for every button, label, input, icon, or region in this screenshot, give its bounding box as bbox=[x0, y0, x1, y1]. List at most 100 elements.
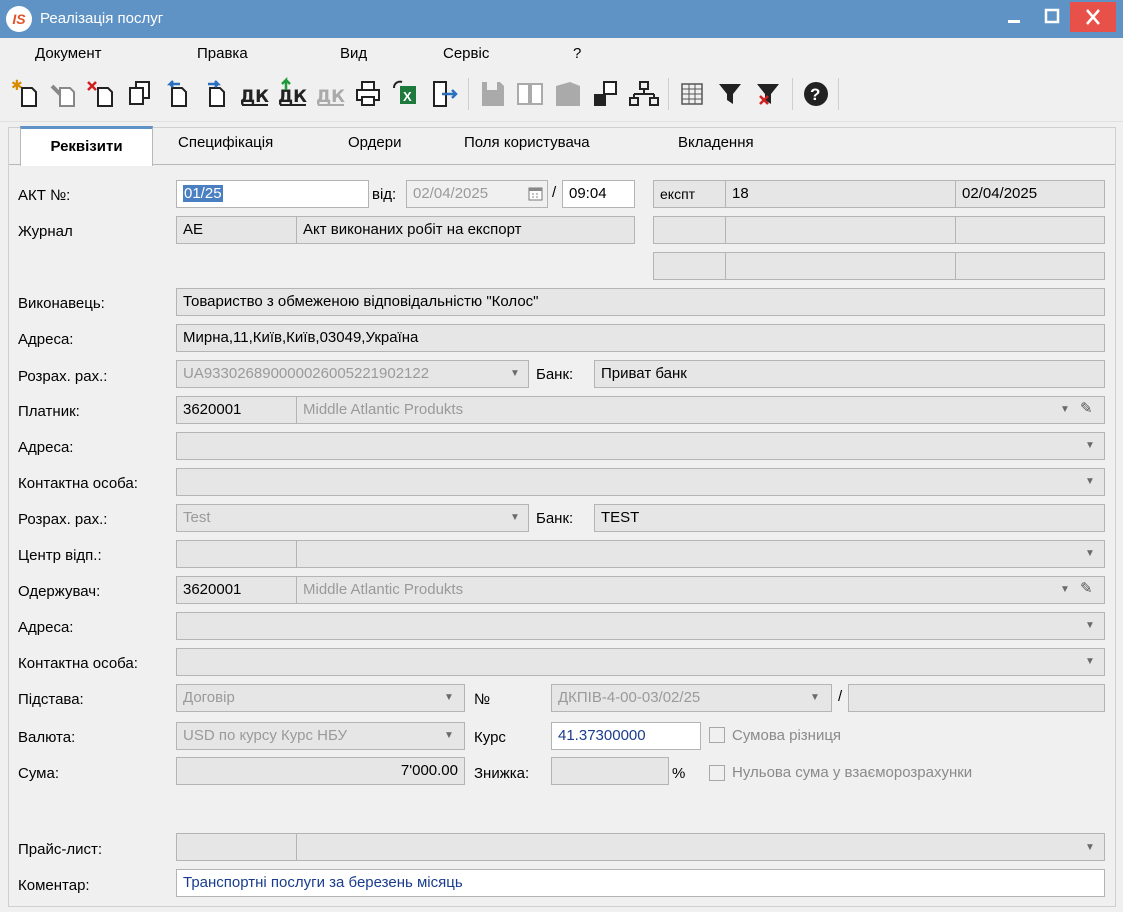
menu-help[interactable]: ? bbox=[573, 45, 581, 62]
chevron-down-icon[interactable]: ▼ bbox=[1085, 549, 1095, 559]
payer-account-select[interactable]: Test bbox=[176, 504, 529, 532]
discount-input[interactable] bbox=[551, 757, 669, 785]
menu-view[interactable]: Вид bbox=[340, 45, 367, 62]
chevron-down-icon[interactable]: ▼ bbox=[1085, 621, 1095, 631]
payer-bank-label: Банк: bbox=[536, 510, 574, 527]
center-code-field[interactable] bbox=[176, 540, 297, 568]
filter-button[interactable] bbox=[714, 76, 746, 112]
dk-gray-button[interactable]: ДК bbox=[314, 76, 346, 112]
pricelist-name-select[interactable] bbox=[296, 833, 1105, 861]
payer-account-value: Test bbox=[183, 509, 211, 526]
tab-orders[interactable]: Ордери bbox=[348, 134, 401, 151]
title-bar: IS Реалізація послуг bbox=[0, 0, 1123, 38]
receiver-contact-select[interactable] bbox=[176, 648, 1105, 676]
dk-icon: ДК bbox=[240, 87, 269, 107]
tab-specification[interactable]: Специфікація bbox=[178, 134, 273, 151]
act-number-input[interactable]: 01/25 bbox=[176, 180, 369, 208]
date-field[interactable]: 02/04/2025 bbox=[406, 180, 548, 208]
tab-requisites[interactable]: Реквізити bbox=[20, 126, 153, 166]
maximize-button[interactable] bbox=[1030, 0, 1074, 32]
folder-button[interactable] bbox=[552, 76, 584, 112]
tab-attachments[interactable]: Вкладення bbox=[678, 134, 754, 151]
chevron-down-icon[interactable]: ▼ bbox=[510, 369, 520, 379]
chevron-down-icon[interactable]: ▼ bbox=[1085, 477, 1095, 487]
chevron-down-icon[interactable]: ▼ bbox=[444, 731, 454, 741]
grid-button[interactable] bbox=[676, 76, 708, 112]
payer-address-select[interactable] bbox=[176, 432, 1105, 460]
pencil-icon[interactable]: ✎ bbox=[1080, 579, 1093, 597]
chevron-down-icon[interactable]: ▼ bbox=[1060, 585, 1070, 595]
dk-button[interactable]: ДК bbox=[238, 76, 270, 112]
executor-account-select[interactable]: UA933026890000026005221902122 bbox=[176, 360, 529, 388]
chevron-down-icon[interactable]: ▼ bbox=[444, 693, 454, 703]
chevron-down-icon[interactable]: ▼ bbox=[1085, 441, 1095, 451]
close-button[interactable] bbox=[1070, 2, 1116, 32]
chevron-down-icon[interactable]: ▼ bbox=[1060, 405, 1070, 415]
chevron-down-icon[interactable]: ▼ bbox=[1085, 657, 1095, 667]
chevron-down-icon[interactable]: ▼ bbox=[510, 513, 520, 523]
delete-doc-button[interactable] bbox=[86, 76, 118, 112]
grid-icon bbox=[681, 83, 703, 105]
comment-label: Коментар: bbox=[18, 877, 90, 894]
basis-label: Підстава: bbox=[18, 691, 84, 708]
book-button[interactable] bbox=[514, 76, 546, 112]
tab-user-fields[interactable]: Поля користувача bbox=[464, 134, 590, 151]
copy-doc-button[interactable] bbox=[124, 76, 156, 112]
excel-export-button[interactable]: X bbox=[390, 76, 422, 112]
comment-input[interactable]: Транспортні послуги за березень місяць bbox=[176, 869, 1105, 897]
save-icon bbox=[482, 82, 504, 106]
act-number-label: АКТ №: bbox=[18, 187, 71, 204]
receiver-address-select[interactable] bbox=[176, 612, 1105, 640]
dk-gray-icon: ДК bbox=[316, 87, 345, 107]
svg-text:X: X bbox=[403, 89, 412, 104]
basis-number-select[interactable]: ДКПІВ-4-00-03/02/25 bbox=[551, 684, 832, 712]
receiver-code-field[interactable]: 3620001 bbox=[176, 576, 297, 604]
date-value: 02/04/2025 bbox=[413, 185, 489, 202]
date-from-label: від: bbox=[372, 186, 397, 203]
doc-forward-button[interactable] bbox=[200, 76, 232, 112]
sum-label: Сума: bbox=[18, 765, 59, 782]
tree-link-button[interactable] bbox=[590, 76, 622, 112]
receiver-name-select[interactable]: Middle Atlantic Produkts bbox=[296, 576, 1105, 604]
menu-edit[interactable]: Правка bbox=[197, 45, 248, 62]
chevron-down-icon[interactable]: ▼ bbox=[810, 693, 820, 703]
time-input[interactable]: 09:04 bbox=[562, 180, 635, 208]
zero-sum-checkbox[interactable] bbox=[709, 765, 725, 781]
rate-input[interactable]: 41.37300000 bbox=[551, 722, 701, 750]
new-doc-icon: ✱ bbox=[11, 77, 37, 107]
calendar-icon[interactable] bbox=[528, 186, 543, 201]
center-name-select[interactable] bbox=[296, 540, 1105, 568]
currency-select[interactable]: USD по курсу Курс НБУ bbox=[176, 722, 465, 750]
menu-document[interactable]: Документ bbox=[35, 45, 102, 62]
sum-diff-checkbox[interactable] bbox=[709, 727, 725, 743]
pricelist-code-field[interactable] bbox=[176, 833, 297, 861]
pencil-icon[interactable]: ✎ bbox=[1080, 399, 1093, 417]
receiver-name-value: Middle Atlantic Produkts bbox=[303, 581, 464, 598]
help-button[interactable]: ? bbox=[800, 76, 832, 112]
basis-extra-field[interactable] bbox=[848, 684, 1105, 712]
new-doc-button[interactable]: ✱ bbox=[10, 76, 42, 112]
chevron-down-icon[interactable]: ▼ bbox=[1085, 843, 1095, 853]
print-button[interactable] bbox=[352, 76, 384, 112]
menu-service[interactable]: Сервіс bbox=[443, 45, 489, 62]
exit-button[interactable] bbox=[428, 76, 460, 112]
doc-back-button[interactable] bbox=[162, 76, 194, 112]
payer-code-field[interactable]: 3620001 bbox=[176, 396, 297, 424]
payer-name-select[interactable]: Middle Atlantic Produkts bbox=[296, 396, 1105, 424]
extra-field-2 bbox=[725, 216, 956, 244]
edit-doc-button[interactable] bbox=[48, 76, 80, 112]
toolbar-separator bbox=[668, 78, 669, 110]
clear-filter-button[interactable] bbox=[752, 76, 784, 112]
payer-contact-select[interactable] bbox=[176, 468, 1105, 496]
executor-bank-field: Приват банк bbox=[594, 360, 1105, 388]
payer-name-value: Middle Atlantic Produkts bbox=[303, 401, 464, 418]
menu-bar: Документ Правка Вид Сервіс ? bbox=[0, 38, 1123, 68]
svg-text:✱: ✱ bbox=[11, 77, 23, 93]
hierarchy-button[interactable] bbox=[628, 76, 660, 112]
basis-select[interactable]: Договір bbox=[176, 684, 465, 712]
extra-field-6 bbox=[955, 252, 1105, 280]
save-button[interactable] bbox=[476, 76, 508, 112]
extra-field-3 bbox=[955, 216, 1105, 244]
filter-icon bbox=[719, 84, 741, 104]
dk-green-button[interactable]: ДК bbox=[276, 76, 308, 112]
